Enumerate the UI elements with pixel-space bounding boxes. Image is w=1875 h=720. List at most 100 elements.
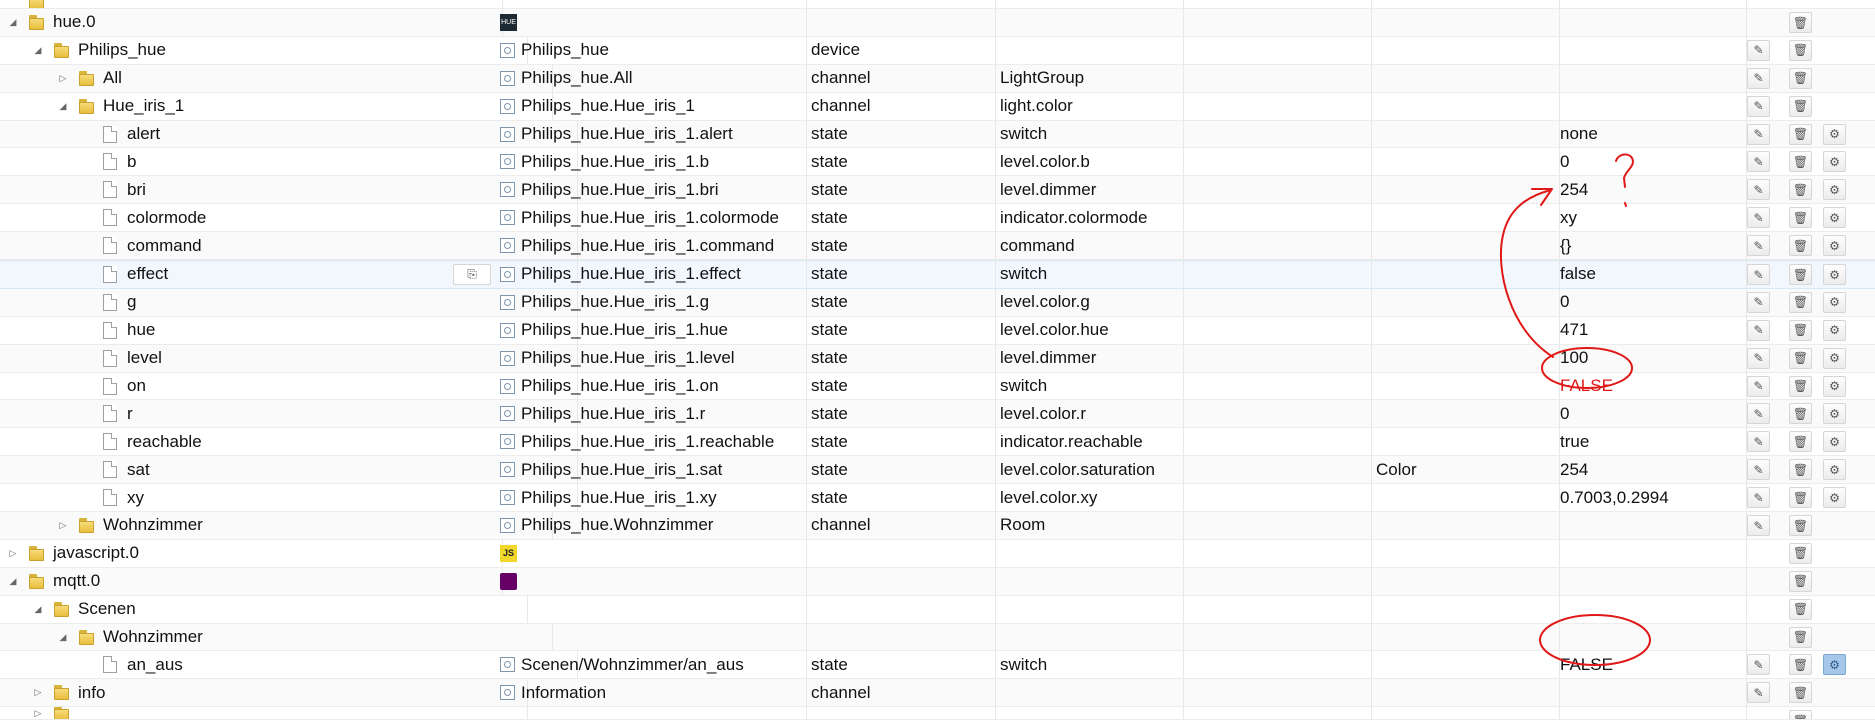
object-value-cell[interactable]: 471 <box>1560 316 1747 344</box>
collapse-toggle-icon[interactable]: ◢ <box>56 630 70 644</box>
delete-button[interactable]: 🗑 <box>1789 264 1812 286</box>
settings-button[interactable]: ⚙ <box>1823 459 1846 481</box>
object-value-cell[interactable]: 254 <box>1560 176 1747 204</box>
settings-button[interactable]: ⚙ <box>1823 291 1846 313</box>
edit-button[interactable]: ✎ <box>1747 431 1770 453</box>
delete-button[interactable]: 🗑 <box>1789 487 1812 509</box>
object-value-cell[interactable]: {} <box>1560 232 1747 260</box>
tree-row[interactable]: ◢ hue.0 HUE 🗑 <box>0 9 1875 37</box>
expand-toggle-icon[interactable]: ▷ <box>31 686 45 700</box>
settings-button[interactable]: ⚙ <box>1823 403 1846 425</box>
delete-button[interactable]: 🗑 <box>1789 319 1812 341</box>
tree-row[interactable]: level Philips_hue.Hue_iris_1.level state le… <box>0 344 1875 373</box>
object-value-cell[interactable] <box>1560 36 1747 64</box>
delete-button[interactable]: 🗑 <box>1789 654 1812 676</box>
edit-button[interactable]: ✎ <box>1747 319 1770 341</box>
delete-button[interactable]: 🗑 <box>1789 347 1812 369</box>
delete-button[interactable]: 🗑 <box>1789 598 1812 620</box>
tree-row[interactable]: command Philips_hue.Hue_iris_1.command sta… <box>0 232 1875 261</box>
delete-button[interactable]: 🗑 <box>1789 710 1812 720</box>
delete-button[interactable]: 🗑 <box>1789 570 1812 592</box>
edit-button[interactable]: ✎ <box>1747 515 1770 537</box>
edit-button[interactable]: ✎ <box>1747 459 1770 481</box>
delete-button[interactable]: 🗑 <box>1789 291 1812 313</box>
edit-button[interactable]: ✎ <box>1747 67 1770 89</box>
tree-row[interactable]: sat Philips_hue.Hue_iris_1.sat state level.… <box>0 456 1875 485</box>
edit-button[interactable]: ✎ <box>1747 207 1770 229</box>
delete-button[interactable]: 🗑 <box>1789 67 1812 89</box>
edit-button[interactable]: ✎ <box>1747 123 1770 145</box>
tree-row[interactable]: r Philips_hue.Hue_iris_1.r state level.colo… <box>0 400 1875 429</box>
object-value-cell[interactable]: 0 <box>1560 400 1747 428</box>
object-value-cell[interactable] <box>1560 623 1747 651</box>
tree-row[interactable]: colormode Philips_hue.Hue_iris_1.colormod… <box>0 204 1875 233</box>
tree-row[interactable]: an_aus Scenen/Wohnzimmer/an_aus state switc… <box>0 651 1875 680</box>
settings-button[interactable]: ⚙ <box>1823 123 1846 145</box>
edit-button[interactable]: ✎ <box>1747 264 1770 286</box>
settings-button[interactable]: ⚙ <box>1823 375 1846 397</box>
object-value-cell[interactable] <box>1560 679 1747 707</box>
object-value-cell[interactable]: none <box>1560 120 1747 148</box>
tree-row[interactable]: g Philips_hue.Hue_iris_1.g state level.colo… <box>0 288 1875 317</box>
tree-row[interactable]: ◢ mqtt.0 🗑 <box>0 567 1875 596</box>
object-value-cell[interactable]: false <box>1560 261 1747 288</box>
object-value-cell[interactable]: xy <box>1560 204 1747 232</box>
settings-button[interactable]: ⚙ <box>1823 319 1846 341</box>
object-value-cell[interactable]: 100 <box>1560 344 1747 372</box>
delete-button[interactable]: 🗑 <box>1789 375 1812 397</box>
edit-button[interactable]: ✎ <box>1747 179 1770 201</box>
copy-clipboard-button[interactable]: ⎘ <box>453 264 491 286</box>
delete-button[interactable]: 🗑 <box>1789 459 1812 481</box>
tree-row[interactable]: ◢ Philips_hue Philips_hue device ✎ 🗑 <box>0 36 1875 65</box>
object-value-cell[interactable]: 254 <box>1560 456 1747 484</box>
edit-button[interactable]: ✎ <box>1747 375 1770 397</box>
delete-button[interactable]: 🗑 <box>1789 12 1812 33</box>
object-value-cell[interactable] <box>1560 9 1747 36</box>
settings-button[interactable]: ⚙ <box>1823 654 1846 676</box>
tree-row[interactable]: bri Philips_hue.Hue_iris_1.bri state level.… <box>0 176 1875 205</box>
tree-row[interactable]: ▷🗑 <box>0 707 1875 720</box>
settings-button[interactable]: ⚙ <box>1823 487 1846 509</box>
tree-row[interactable]: ◢ Scenen 🗑 <box>0 595 1875 624</box>
collapse-toggle-icon[interactable]: ◢ <box>6 15 20 29</box>
delete-button[interactable]: 🗑 <box>1789 39 1812 61</box>
tree-row[interactable]: ▷ Wohnzimmer Philips_hue.Wohnzimmer channel… <box>0 512 1875 540</box>
tree-row[interactable]: reachable Philips_hue.Hue_iris_1.reachabl… <box>0 428 1875 457</box>
edit-button[interactable]: ✎ <box>1747 487 1770 509</box>
object-value-cell[interactable] <box>1560 512 1747 539</box>
edit-button[interactable]: ✎ <box>1747 235 1770 257</box>
edit-button[interactable]: ✎ <box>1747 291 1770 313</box>
object-value-cell[interactable]: FALSE <box>1560 651 1747 679</box>
tree-row[interactable]: effect ⎘ Philips_hue.Hue_iris_1.effect stat… <box>0 260 1875 289</box>
tree-row[interactable]: b Philips_hue.Hue_iris_1.b state level.colo… <box>0 148 1875 177</box>
delete-button[interactable]: 🗑 <box>1789 403 1812 425</box>
delete-button[interactable]: 🗑 <box>1789 515 1812 537</box>
object-value-cell[interactable] <box>1560 567 1747 595</box>
delete-button[interactable]: 🗑 <box>1789 626 1812 648</box>
delete-button[interactable]: 🗑 <box>1789 95 1812 117</box>
delete-button[interactable]: 🗑 <box>1789 123 1812 145</box>
settings-button[interactable]: ⚙ <box>1823 179 1846 201</box>
object-value-cell[interactable]: FALSE <box>1560 372 1747 400</box>
expand-toggle-icon[interactable]: ▷ <box>56 71 70 85</box>
tree-row[interactable]: xy Philips_hue.Hue_iris_1.xy state level.co… <box>0 484 1875 513</box>
tree-row[interactable]: ▷ info Information channel ✎ 🗑 <box>0 679 1875 708</box>
delete-button[interactable]: 🗑 <box>1789 179 1812 201</box>
collapse-toggle-icon[interactable]: ◢ <box>56 99 70 113</box>
collapse-toggle-icon[interactable]: ◢ <box>6 574 20 588</box>
edit-button[interactable]: ✎ <box>1747 151 1770 173</box>
settings-button[interactable]: ⚙ <box>1823 151 1846 173</box>
settings-button[interactable]: ⚙ <box>1823 264 1846 286</box>
delete-button[interactable]: 🗑 <box>1789 151 1812 173</box>
delete-button[interactable]: 🗑 <box>1789 431 1812 453</box>
settings-button[interactable]: ⚙ <box>1823 431 1846 453</box>
settings-button[interactable]: ⚙ <box>1823 347 1846 369</box>
edit-button[interactable]: ✎ <box>1747 654 1770 676</box>
tree-row[interactable]: on Philips_hue.Hue_iris_1.on state switch FA… <box>0 372 1875 401</box>
expand-toggle-icon[interactable]: ▷ <box>31 707 45 719</box>
tree-row[interactable]: hue Philips_hue.Hue_iris_1.hue state level.… <box>0 316 1875 345</box>
expand-toggle-icon[interactable]: ▷ <box>6 546 20 560</box>
tree-row[interactable]: ▷ javascript.0 JS 🗑 <box>0 539 1875 568</box>
object-value-cell[interactable]: 0 <box>1560 288 1747 316</box>
object-value-cell[interactable]: 0 <box>1560 148 1747 176</box>
